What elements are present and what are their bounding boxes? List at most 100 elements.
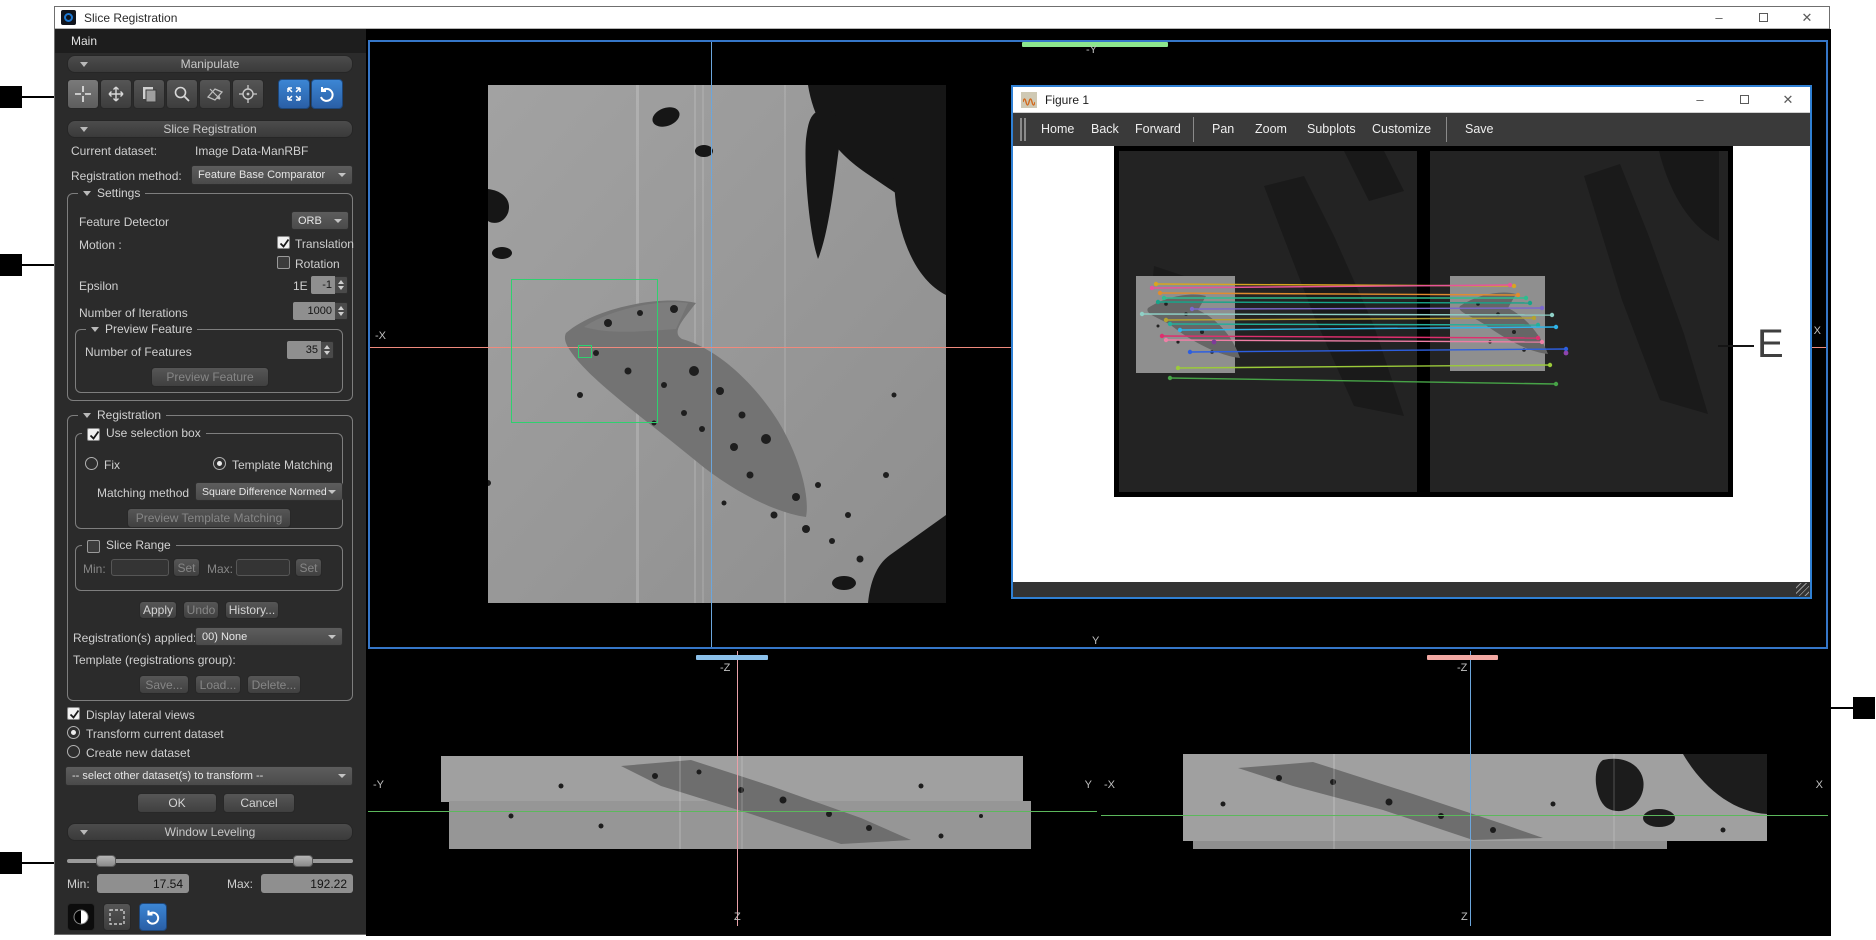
lateral-left-slice-image[interactable] bbox=[441, 756, 1031, 849]
iterations-spinner[interactable]: 1000 bbox=[293, 302, 348, 320]
maximize-icon[interactable] bbox=[1741, 7, 1785, 28]
figure-zoom-button[interactable]: Zoom bbox=[1255, 122, 1287, 136]
figure-back-button[interactable]: Back bbox=[1091, 122, 1119, 136]
manipulate-header[interactable]: Manipulate bbox=[67, 55, 353, 73]
reset-leveling-button[interactable] bbox=[139, 903, 167, 931]
window-leveling-header[interactable]: Window Leveling bbox=[67, 823, 353, 841]
slice-range-checkbox[interactable] bbox=[87, 540, 100, 553]
axis-label: Z bbox=[1461, 911, 1468, 923]
menu-main[interactable]: Main bbox=[55, 29, 366, 53]
slice-indicator-blue[interactable] bbox=[696, 655, 768, 660]
minimize-icon[interactable]: – bbox=[1697, 7, 1741, 28]
rotation-checkbox[interactable] bbox=[277, 256, 290, 269]
figure-canvas[interactable] bbox=[1013, 146, 1810, 571]
figure-subplots-button[interactable]: Subplots bbox=[1307, 122, 1356, 136]
figure-forward-button[interactable]: Forward bbox=[1135, 122, 1181, 136]
lateral-right-view[interactable]: -Z Z -X X bbox=[1101, 651, 1828, 926]
wl-max-value[interactable]: 192.22 bbox=[261, 874, 353, 893]
slice-indicator-red[interactable] bbox=[1427, 655, 1498, 660]
use-selection-box-checkbox[interactable] bbox=[87, 428, 100, 441]
motion-label: Motion : bbox=[79, 238, 122, 252]
template-delete-button[interactable]: Delete... bbox=[247, 675, 301, 694]
cancel-button[interactable]: Cancel bbox=[223, 793, 295, 813]
pan-tool-button[interactable] bbox=[100, 79, 132, 109]
invert-contrast-button[interactable] bbox=[67, 903, 95, 931]
slice-min-input[interactable] bbox=[111, 559, 169, 576]
crosshair-icon bbox=[73, 84, 93, 104]
spinner-arrows-icon[interactable] bbox=[321, 341, 334, 359]
current-dataset-label: Current dataset: bbox=[71, 144, 157, 158]
feature-detector-select[interactable]: ORB bbox=[291, 211, 349, 230]
display-lateral-views-checkbox[interactable] bbox=[67, 707, 80, 720]
figure-statusbar bbox=[1013, 582, 1810, 597]
epsilon-label: Epsilon bbox=[79, 279, 118, 293]
window-leveling-slider[interactable] bbox=[67, 855, 353, 867]
axis-label: Y bbox=[1092, 635, 1099, 647]
figure-save-button[interactable]: Save bbox=[1465, 122, 1494, 136]
display-lateral-views-label: Display lateral views bbox=[86, 708, 195, 722]
ok-button[interactable]: OK bbox=[137, 793, 217, 813]
axis-label: -X bbox=[1104, 779, 1115, 791]
max-slider-handle[interactable] bbox=[293, 855, 313, 867]
apply-button[interactable]: Apply bbox=[139, 601, 177, 619]
slices-tool-button[interactable] bbox=[133, 79, 165, 109]
template-load-button[interactable]: Load... bbox=[195, 675, 241, 694]
epsilon-spinner[interactable]: -1 bbox=[311, 276, 348, 294]
minimize-icon[interactable]: – bbox=[1678, 87, 1722, 112]
toolbar-drag-handle[interactable] bbox=[1020, 118, 1022, 141]
spinner-arrows-icon[interactable] bbox=[335, 276, 348, 294]
reset-view-button[interactable] bbox=[311, 79, 343, 109]
slice-registration-header[interactable]: Slice Registration bbox=[67, 120, 353, 138]
figure-customize-button[interactable]: Customize bbox=[1372, 122, 1431, 136]
spinner-arrows-icon[interactable] bbox=[335, 302, 348, 320]
maximize-icon[interactable] bbox=[1722, 87, 1766, 112]
figure-pan-button[interactable]: Pan bbox=[1212, 122, 1234, 136]
resize-grip[interactable] bbox=[1796, 583, 1809, 596]
callout-e-line bbox=[1718, 345, 1754, 347]
undo-button[interactable]: Undo bbox=[183, 601, 219, 619]
preview-feature-button[interactable]: Preview Feature bbox=[151, 367, 269, 387]
min-slider-handle[interactable] bbox=[96, 855, 116, 867]
figure-titlebar[interactable]: Figure 1 – ✕ bbox=[1013, 87, 1810, 113]
preview-template-matching-button[interactable]: Preview Template Matching bbox=[127, 508, 291, 528]
center-tool-button[interactable] bbox=[232, 79, 264, 109]
clip-plane-icon bbox=[205, 84, 225, 104]
history-button[interactable]: History... bbox=[225, 601, 279, 619]
registration-method-select[interactable]: Feature Base Comparator bbox=[191, 165, 353, 185]
toolbar-separator bbox=[1446, 117, 1447, 142]
figure-callout-marker bbox=[0, 254, 22, 276]
num-features-spinner[interactable]: 35 bbox=[287, 341, 334, 359]
registrations-applied-select[interactable]: 00) None bbox=[195, 627, 343, 646]
other-dataset-select[interactable]: -- select other dataset(s) to transform … bbox=[65, 766, 353, 786]
fix-radio[interactable] bbox=[85, 457, 98, 470]
toolbar-drag-handle[interactable] bbox=[1024, 118, 1026, 141]
rotate-ccw-icon bbox=[144, 908, 162, 926]
close-icon[interactable]: ✕ bbox=[1766, 87, 1810, 112]
check-icon bbox=[278, 237, 291, 250]
matching-method-select[interactable]: Square Difference Normed bbox=[195, 482, 343, 501]
template-matching-radio[interactable] bbox=[213, 457, 226, 470]
template-group-label: Template (registrations group): bbox=[73, 653, 236, 667]
feature-match-plot[interactable] bbox=[1114, 146, 1733, 497]
template-save-button[interactable]: Save... bbox=[139, 675, 189, 694]
fit-view-button[interactable] bbox=[278, 79, 310, 109]
app-titlebar[interactable]: Slice Registration – ✕ bbox=[55, 7, 1829, 29]
collapse-arrow-icon bbox=[91, 327, 99, 332]
crosshair-tool-button[interactable] bbox=[67, 79, 99, 109]
slice-max-input[interactable] bbox=[236, 559, 290, 576]
lateral-left-view[interactable]: -Z Z -Y Y bbox=[368, 651, 1097, 926]
clip-plane-tool-button[interactable] bbox=[199, 79, 231, 109]
translation-checkbox[interactable] bbox=[277, 236, 290, 249]
create-new-dataset-radio[interactable] bbox=[67, 745, 80, 758]
close-icon[interactable]: ✕ bbox=[1785, 7, 1829, 28]
transform-current-radio[interactable] bbox=[67, 726, 80, 739]
slice-min-set-button[interactable]: Set bbox=[173, 558, 200, 577]
zoom-tool-button[interactable] bbox=[166, 79, 198, 109]
figure-home-button[interactable]: Home bbox=[1041, 122, 1074, 136]
slice-max-set-button[interactable]: Set bbox=[295, 558, 322, 577]
selection-window-button[interactable] bbox=[103, 903, 131, 931]
registrations-applied-label: Registration(s) applied: bbox=[73, 631, 196, 645]
wl-min-value[interactable]: 17.54 bbox=[97, 874, 189, 893]
lateral-right-slice-image[interactable] bbox=[1183, 754, 1767, 853]
selection-box-center[interactable] bbox=[578, 345, 592, 358]
